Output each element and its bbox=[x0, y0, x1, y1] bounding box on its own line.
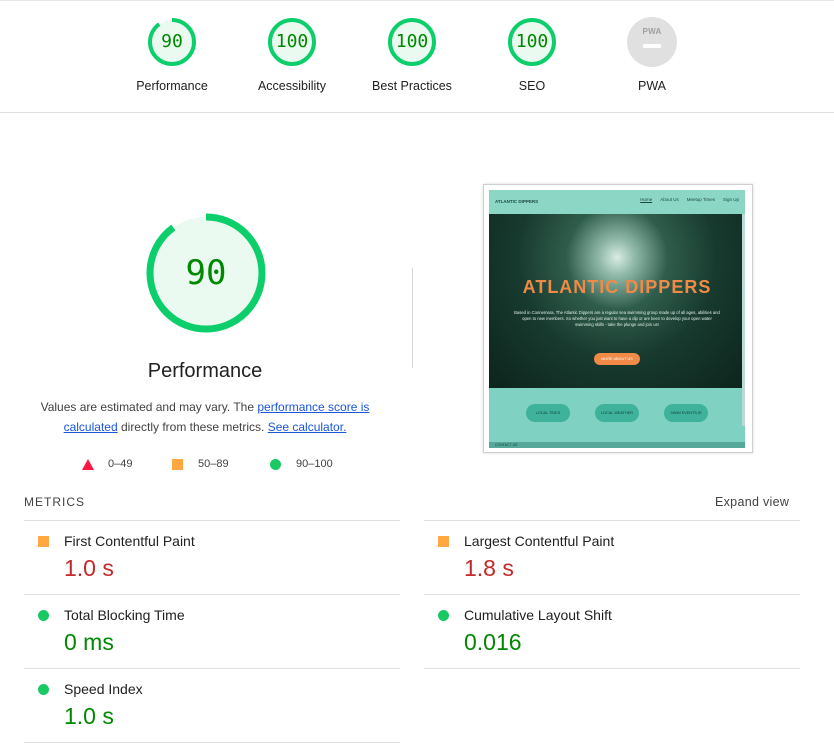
site-nav-item: Sign Up bbox=[722, 197, 739, 202]
site-pill: LOCAL WEATHER bbox=[595, 404, 639, 422]
performance-score: 90 bbox=[185, 253, 227, 293]
metric-value: 0.016 bbox=[464, 629, 522, 655]
metric-name: Cumulative Layout Shift bbox=[464, 607, 612, 623]
desc-middle: directly from these metrics. bbox=[117, 420, 268, 434]
legend-label: 0–49 bbox=[108, 458, 133, 470]
site-nav-item: Meetup Times bbox=[686, 197, 715, 202]
score-summary-bar: 90 Performance 100 Accessibility 100 Bes… bbox=[0, 0, 834, 113]
screenshot-image: ATLANTIC DIPPERS Home About Us Meetup Time… bbox=[489, 190, 745, 448]
pwa-badge-icon: PWA bbox=[627, 17, 677, 67]
gauge-ring: 100 bbox=[507, 17, 557, 67]
expand-view-toggle[interactable]: Expand view bbox=[715, 495, 789, 509]
divider bbox=[24, 742, 400, 743]
divider bbox=[412, 268, 413, 368]
metric-value: 1.0 s bbox=[64, 703, 114, 729]
pwa-badge-text: PWA bbox=[642, 27, 662, 36]
triangle-icon bbox=[82, 459, 94, 470]
metric-speed-index: Speed Index 1.0 s bbox=[24, 668, 400, 742]
square-icon bbox=[438, 536, 449, 547]
metric-cumulative-layout-shift: Cumulative Layout Shift 0.016 bbox=[424, 594, 800, 668]
performance-title: Performance bbox=[147, 360, 263, 382]
metric-total-blocking-time: Total Blocking Time 0 ms bbox=[24, 594, 400, 668]
legend-label: 50–89 bbox=[198, 458, 229, 470]
gauge-score: 100 bbox=[515, 31, 549, 52]
metric-largest-contentful-paint: Largest Contentful Paint 1.8 s bbox=[424, 520, 800, 594]
site-nav-item: About Us bbox=[660, 197, 679, 202]
metric-name: Speed Index bbox=[64, 681, 143, 697]
metric-name: First Contentful Paint bbox=[64, 533, 195, 549]
gauge-best-practices[interactable]: 100 Best Practices bbox=[357, 17, 467, 93]
site-hero-title: ATLANTIC DIPPERS bbox=[522, 277, 712, 297]
circle-icon bbox=[38, 610, 49, 621]
gauge-ring: PWA bbox=[627, 17, 677, 67]
site-nav-links: Home About Us Meetup Times Sign Up bbox=[632, 197, 739, 202]
site-pill: LOCAL TIDES bbox=[526, 404, 570, 422]
performance-description: Values are estimated and may vary. The p… bbox=[30, 397, 380, 437]
gauge-ring: 100 bbox=[387, 17, 437, 67]
gauge-ring: 90 bbox=[147, 17, 197, 67]
legend-label: 90–100 bbox=[296, 458, 333, 470]
gauge-label: Performance bbox=[136, 79, 208, 93]
gauge-accessibility[interactable]: 100 Accessibility bbox=[237, 17, 347, 93]
site-nav: ATLANTIC DIPPERS Home About Us Meetup Time… bbox=[489, 190, 745, 214]
calculator-link[interactable]: See calculator. bbox=[268, 420, 347, 434]
circle-icon bbox=[438, 610, 449, 621]
metrics-heading: METRICS bbox=[24, 495, 85, 509]
gauge-seo[interactable]: 100 SEO bbox=[477, 17, 587, 93]
metric-name: Total Blocking Time bbox=[64, 607, 185, 623]
metric-value: 0 ms bbox=[64, 629, 114, 655]
gauge-label: Accessibility bbox=[257, 79, 327, 93]
gauge-ring: 100 bbox=[267, 17, 317, 67]
square-icon bbox=[172, 459, 183, 470]
site-pill: SWIM EVENTS IE bbox=[664, 404, 708, 422]
gauge-label: Best Practices bbox=[372, 79, 452, 93]
site-footer: CONTACT US bbox=[489, 442, 745, 448]
site-nav-item: Home bbox=[640, 197, 653, 202]
gauge-performance[interactable]: 90 Performance bbox=[117, 17, 227, 93]
square-icon bbox=[38, 536, 49, 547]
gauge-score: 100 bbox=[275, 31, 309, 52]
site-footer-text: CONTACT US bbox=[495, 443, 518, 447]
site-hero-text: Based in Connemara, The Atlantic Dippers… bbox=[514, 310, 720, 327]
gauge-score: 90 bbox=[161, 31, 183, 52]
gauge-score: 100 bbox=[395, 31, 429, 52]
site-brand: ATLANTIC DIPPERS bbox=[495, 199, 539, 204]
metric-first-contentful-paint: First Contentful Paint 1.0 s bbox=[24, 520, 400, 594]
circle-icon bbox=[38, 684, 49, 695]
circle-icon bbox=[270, 459, 281, 470]
desc-prefix: Values are estimated and may vary. The bbox=[40, 400, 258, 414]
divider bbox=[424, 668, 800, 669]
site-hero-button: MORE ABOUT US bbox=[594, 353, 640, 365]
gauge-pwa[interactable]: PWA PWA bbox=[597, 17, 707, 93]
site-scrollbar bbox=[742, 214, 745, 426]
metric-value: 1.8 s bbox=[464, 555, 514, 581]
gauge-label: SEO bbox=[518, 79, 546, 93]
performance-gauge: 90 bbox=[145, 212, 267, 334]
metric-name: Largest Contentful Paint bbox=[464, 533, 615, 549]
metric-value: 1.0 s bbox=[64, 555, 114, 581]
final-screenshot[interactable]: ATLANTIC DIPPERS Home About Us Meetup Time… bbox=[483, 184, 753, 453]
gauge-label: PWA bbox=[637, 79, 666, 93]
pwa-dash bbox=[643, 44, 661, 48]
